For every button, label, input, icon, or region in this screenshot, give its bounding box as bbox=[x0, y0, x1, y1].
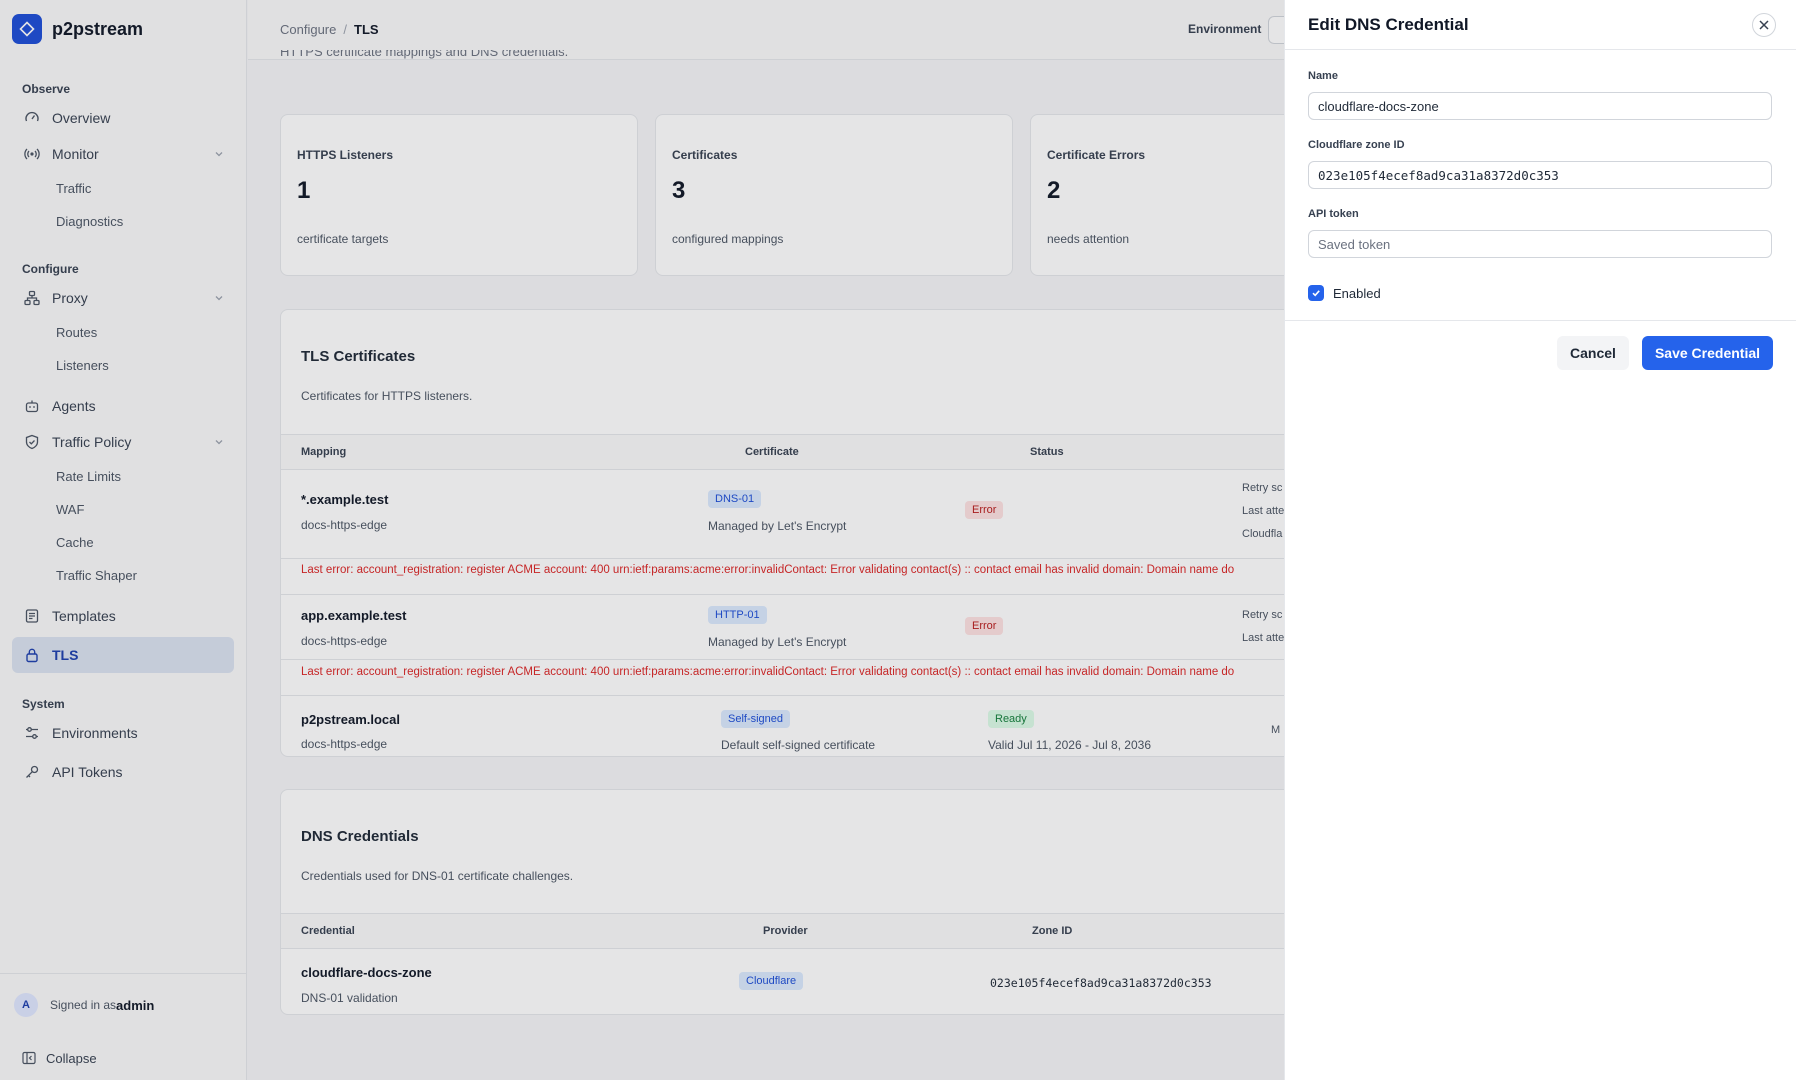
api-token-field[interactable] bbox=[1308, 230, 1772, 258]
drawer-divider bbox=[1285, 320, 1796, 321]
enabled-toggle[interactable]: Enabled bbox=[1308, 285, 1381, 301]
drawer-header: Edit DNS Credential bbox=[1285, 0, 1796, 50]
close-button[interactable] bbox=[1752, 13, 1776, 37]
api-token-label: API token bbox=[1308, 208, 1359, 220]
cancel-button[interactable]: Cancel bbox=[1557, 336, 1629, 370]
modal-backdrop[interactable] bbox=[0, 0, 1284, 1080]
save-credential-button[interactable]: Save Credential bbox=[1642, 336, 1773, 370]
name-label: Name bbox=[1308, 70, 1338, 82]
zone-id-label: Cloudflare zone ID bbox=[1308, 139, 1405, 151]
drawer-title: Edit DNS Credential bbox=[1308, 15, 1469, 34]
close-icon bbox=[1758, 19, 1770, 31]
edit-dns-credential-drawer: Edit DNS Credential Name Cloudflare zone… bbox=[1284, 0, 1796, 1080]
zone-id-field[interactable] bbox=[1308, 161, 1772, 189]
enabled-checkbox[interactable] bbox=[1308, 285, 1324, 301]
name-field[interactable] bbox=[1308, 92, 1772, 120]
enabled-label: Enabled bbox=[1333, 285, 1381, 301]
